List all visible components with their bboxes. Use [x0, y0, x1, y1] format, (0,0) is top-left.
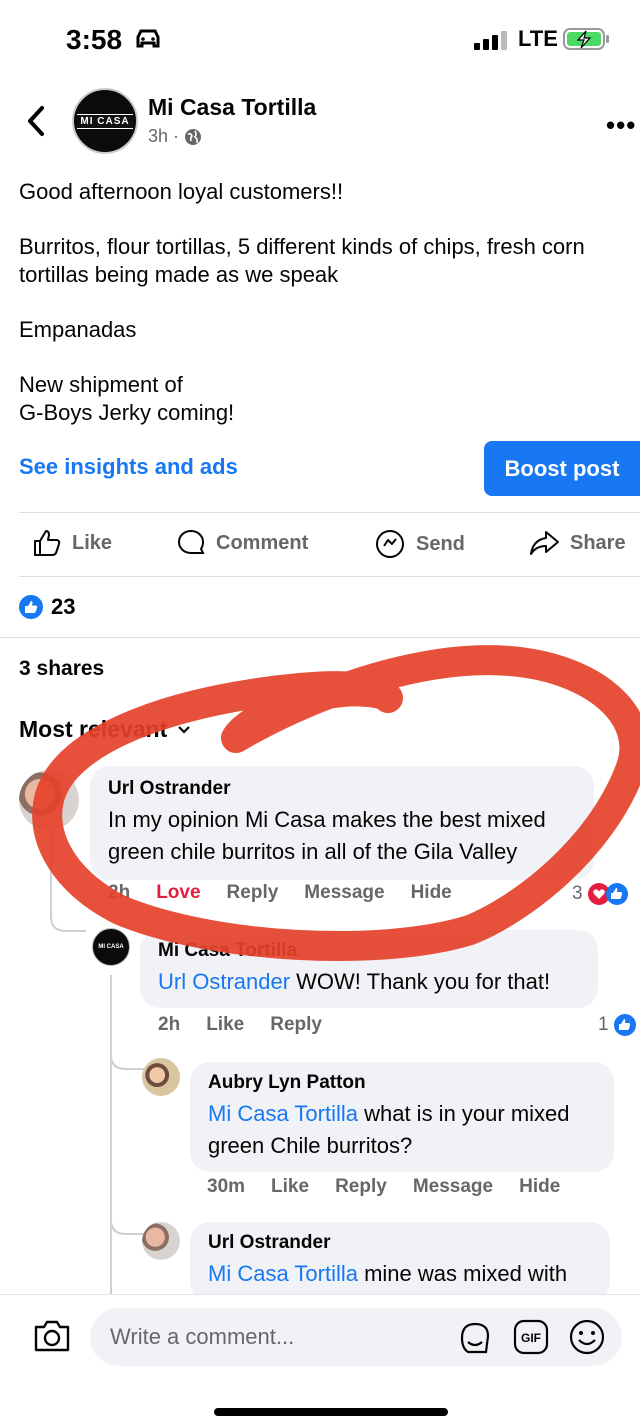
- car-icon: [136, 29, 160, 48]
- comment-text: Mi Casa Tortilla mine was mixed with: [208, 1258, 592, 1290]
- page-name[interactable]: Mi Casa Tortilla: [148, 94, 316, 121]
- post-time: 3h: [148, 126, 169, 146]
- commenter-avatar[interactable]: [142, 1222, 180, 1260]
- mention-link[interactable]: Mi Casa Tortilla: [208, 1261, 358, 1286]
- reaction-count: 23: [51, 594, 76, 619]
- status-time: 3:58: [66, 24, 123, 55]
- comment-time: 2h: [158, 1014, 181, 1035]
- comment-text: Mi Casa Tortilla what is in your mixed g…: [208, 1098, 596, 1162]
- divider: [19, 576, 640, 577]
- globe-icon: [185, 128, 202, 145]
- comment-body: mine was mixed with: [357, 1261, 568, 1286]
- camera-icon[interactable]: [32, 1318, 72, 1354]
- meta-separator: ·: [173, 126, 180, 146]
- gif-icon[interactable]: GIF: [512, 1318, 550, 1356]
- reply-action[interactable]: Reply: [335, 1176, 387, 1198]
- mention-link[interactable]: Mi Casa Tortilla: [208, 1101, 358, 1126]
- comment-bubble: Url Ostrander Mi Casa Tortilla mine was …: [190, 1222, 610, 1302]
- like-reaction-icon: [613, 1014, 636, 1036]
- like-button[interactable]: Like: [32, 528, 112, 558]
- like-thumb-icon: [34, 530, 61, 556]
- comment-author[interactable]: Aubry Lyn Patton: [208, 1072, 596, 1094]
- avatar-sticker-icon[interactable]: [456, 1318, 494, 1356]
- comment-bubble: Aubry Lyn Patton Mi Casa Tortilla what i…: [190, 1062, 614, 1172]
- comment-reaction-count: 1: [598, 1014, 609, 1035]
- emoji-icon[interactable]: [568, 1318, 606, 1356]
- like-label: Like: [72, 531, 113, 554]
- post-paragraph: New shipment of G-Boys Jerky coming!: [19, 372, 235, 425]
- reply-action[interactable]: Reply: [270, 1014, 322, 1036]
- battery-charging-icon: [563, 28, 609, 50]
- post-text: Good afternoon loyal customers!! Burrito…: [19, 178, 619, 454]
- hide-action[interactable]: Hide: [519, 1176, 560, 1198]
- share-arrow-icon: [530, 531, 559, 555]
- divider: [0, 637, 640, 638]
- comment-time: 30m: [207, 1176, 246, 1197]
- comment-actions: 2h Like Reply: [158, 1014, 322, 1036]
- comment-input-placeholder: Write a comment...: [110, 1324, 295, 1349]
- messenger-icon: [376, 530, 404, 558]
- post-meta: 3h ·: [148, 126, 202, 147]
- red-annotation-scribble: [32, 645, 640, 961]
- send-button[interactable]: Send: [374, 528, 465, 560]
- thread-connector: [110, 1210, 144, 1235]
- thread-connector: [110, 1045, 144, 1070]
- like-reaction-icon: [19, 595, 43, 619]
- insights-link[interactable]: See insights and ads: [19, 454, 238, 480]
- post-paragraph: Burritos, flour tortillas, 5 different k…: [19, 234, 585, 287]
- page-avatar[interactable]: MI CASA: [72, 88, 138, 154]
- boost-post-button[interactable]: Boost post: [484, 441, 640, 496]
- like-action[interactable]: Like: [271, 1176, 309, 1198]
- mention-link[interactable]: Url Ostrander: [158, 969, 290, 994]
- post-paragraph: Good afternoon loyal customers!!: [19, 179, 344, 204]
- comment-reactions[interactable]: 1: [598, 1013, 637, 1037]
- share-button[interactable]: Share: [528, 528, 626, 558]
- comment-bubble-icon: [177, 529, 205, 554]
- like-action[interactable]: Like: [206, 1014, 244, 1036]
- commenter-avatar[interactable]: [142, 1058, 180, 1096]
- send-label: Send: [416, 532, 465, 555]
- comment-label: Comment: [216, 531, 309, 554]
- share-label: Share: [570, 531, 626, 554]
- back-chevron-icon[interactable]: [24, 104, 48, 138]
- message-action[interactable]: Message: [413, 1176, 493, 1198]
- home-indicator[interactable]: [214, 1408, 448, 1416]
- comment-button[interactable]: Comment: [176, 528, 308, 558]
- more-options-icon[interactable]: •••: [606, 110, 636, 141]
- comment-author[interactable]: Url Ostrander: [208, 1232, 592, 1254]
- comment-body: WOW! Thank you for that!: [290, 969, 551, 994]
- network-label: LTE: [518, 26, 558, 51]
- divider: [19, 512, 640, 513]
- reaction-summary[interactable]: 23: [19, 594, 75, 620]
- comment-actions: 30m Like Reply Message Hide: [207, 1176, 560, 1198]
- svg-text:GIF: GIF: [521, 1331, 541, 1345]
- page-avatar-logo-text: MI CASA: [77, 113, 133, 129]
- comment-text: Url Ostrander WOW! Thank you for that!: [158, 966, 580, 998]
- post-paragraph: Empanadas: [19, 317, 137, 342]
- signal-icon: [474, 31, 507, 50]
- thread-line: [110, 975, 112, 1295]
